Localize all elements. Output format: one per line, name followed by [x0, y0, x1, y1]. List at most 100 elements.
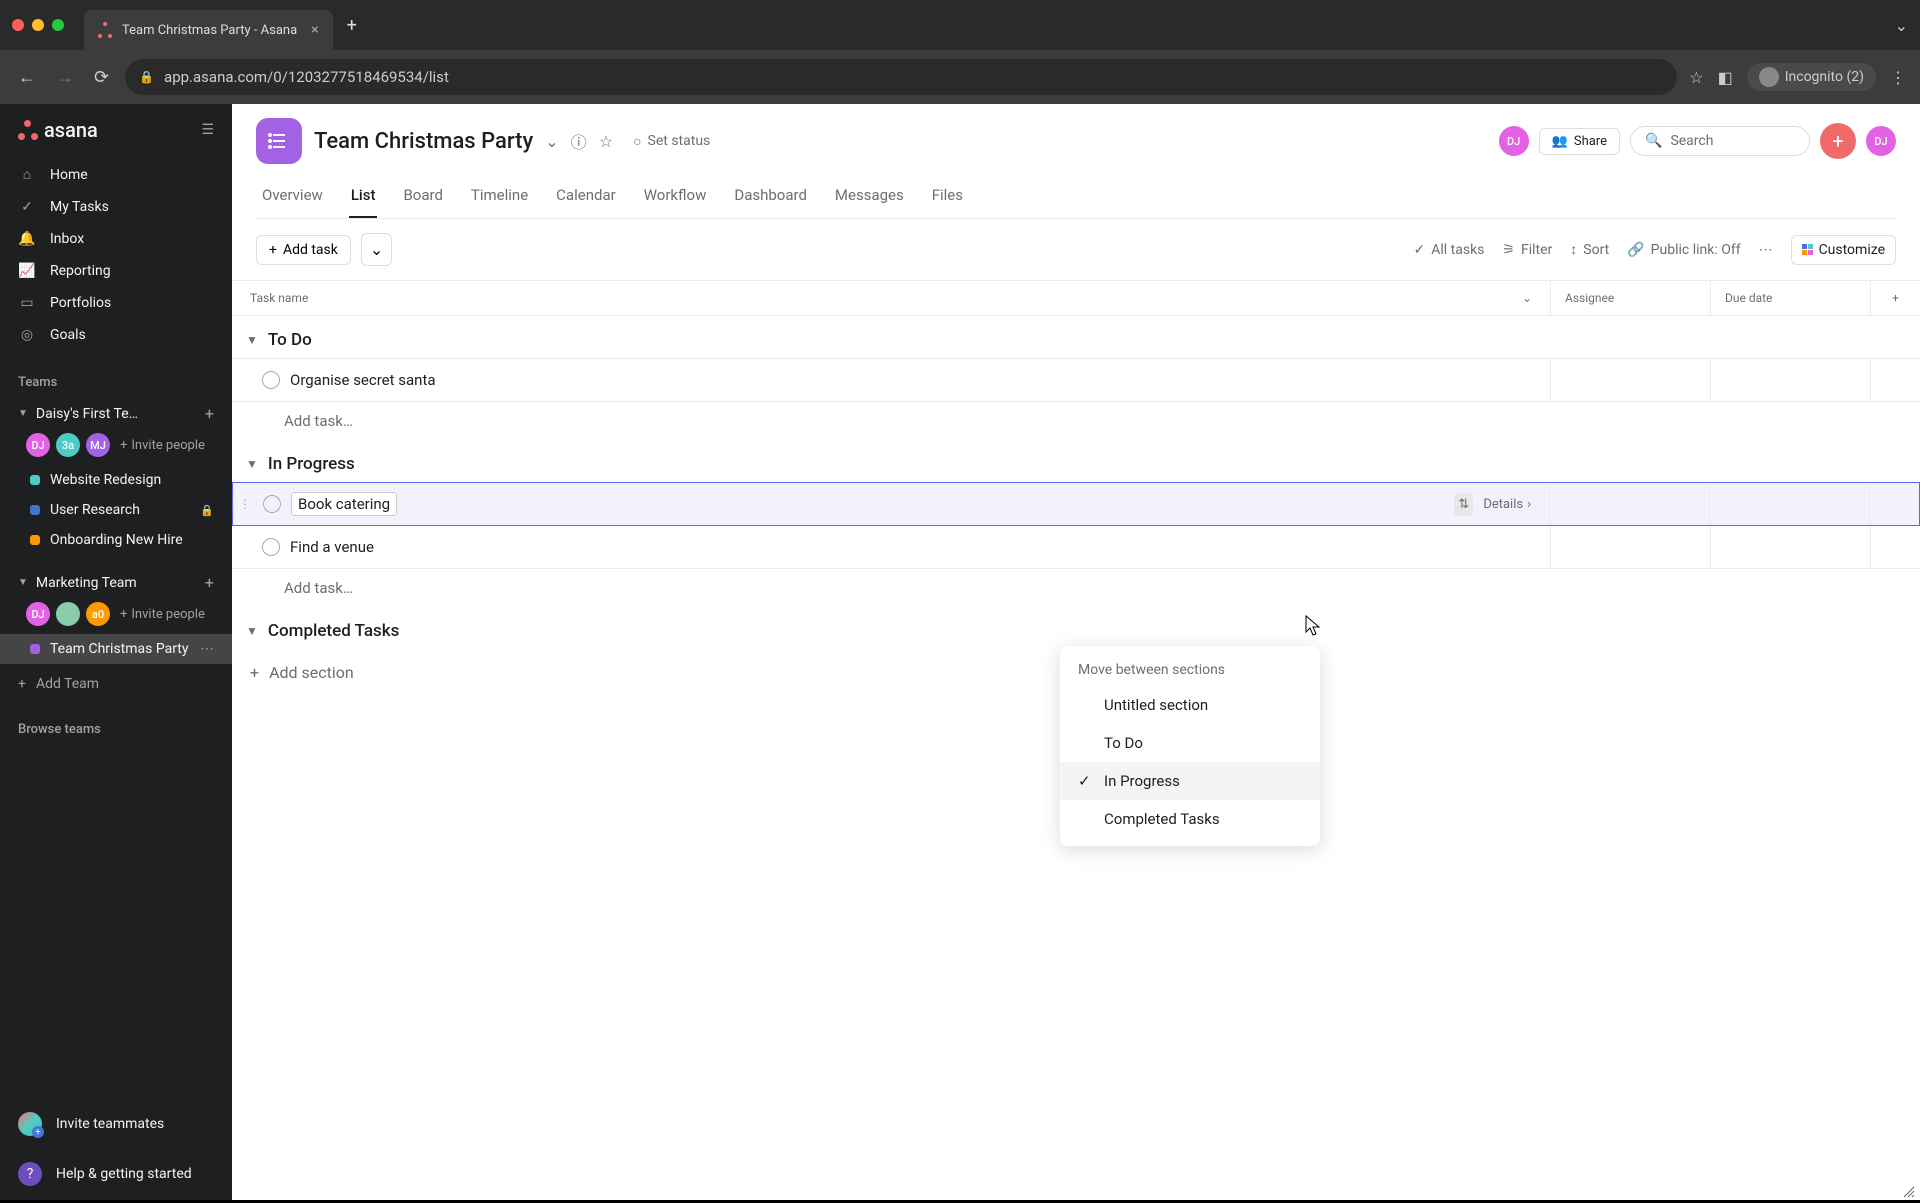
resize-corner[interactable] — [1902, 1184, 1916, 1198]
tab-messages[interactable]: Messages — [833, 178, 906, 218]
project-christmas-party[interactable]: Team Christmas Party⋯ — [0, 634, 232, 664]
asana-logo[interactable]: asana — [18, 118, 98, 142]
add-team-button[interactable]: +Add Team — [0, 664, 232, 704]
team-header-marketing[interactable]: ▼ Marketing Team + — [0, 567, 232, 598]
due-date-cell[interactable] — [1710, 359, 1870, 401]
tab-list[interactable]: List — [349, 178, 378, 218]
project-icon[interactable] — [256, 118, 302, 164]
add-task-button[interactable]: +Add task — [256, 235, 351, 265]
project-website-redesign[interactable]: Website Redesign — [0, 465, 232, 495]
project-user-research[interactable]: User Research🔒 — [0, 495, 232, 525]
caret-down-icon[interactable]: ▼ — [246, 457, 258, 471]
all-tasks-filter[interactable]: ✓All tasks — [1414, 242, 1485, 258]
chevron-down-icon[interactable]: ⌄ — [1522, 291, 1532, 305]
forward-button[interactable]: → — [52, 63, 78, 92]
task-row-selected[interactable]: ⋮⋮ Book catering ⇅ Details› — [232, 482, 1920, 526]
extensions-icon[interactable]: ◧ — [1718, 68, 1733, 87]
task-row[interactable]: Find a venue — [232, 526, 1920, 569]
sort-button[interactable]: ↕Sort — [1570, 241, 1609, 258]
bookmark-star-icon[interactable]: ☆ — [1689, 68, 1703, 87]
tab-workflow[interactable]: Workflow — [642, 178, 709, 218]
invite-teammates-button[interactable]: Invite teammates — [0, 1100, 232, 1148]
help-button[interactable]: ? Help & getting started — [0, 1148, 232, 1200]
add-task-dropdown[interactable]: ⌄ — [361, 233, 392, 266]
new-tab-button[interactable]: + — [347, 15, 357, 36]
user-menu-avatar[interactable]: DJ — [1866, 126, 1896, 156]
nav-goals[interactable]: ◎Goals — [0, 319, 232, 351]
nav-home[interactable]: ⌂Home — [0, 158, 232, 191]
reload-button[interactable]: ⟳ — [90, 63, 113, 92]
tabs-dropdown-icon[interactable]: ⌄ — [1895, 16, 1908, 35]
tab-timeline[interactable]: Timeline — [469, 178, 530, 218]
task-name[interactable]: Find a venue — [290, 538, 374, 556]
share-button[interactable]: 👥Share — [1539, 128, 1620, 155]
set-status-button[interactable]: ○Set status — [633, 133, 710, 150]
avatar[interactable]: a0 — [86, 602, 110, 626]
column-task-name[interactable]: Task name⌄ — [232, 281, 1550, 315]
back-button[interactable]: ← — [14, 63, 40, 92]
avatar[interactable]: 3a — [56, 433, 80, 457]
tab-files[interactable]: Files — [930, 178, 965, 218]
customize-button[interactable]: Customize — [1791, 235, 1896, 265]
title-dropdown-icon[interactable]: ⌄ — [545, 132, 558, 151]
add-to-team-icon[interactable]: + — [205, 404, 214, 423]
close-tab-icon[interactable]: × — [311, 22, 318, 38]
global-add-button[interactable]: + — [1820, 123, 1856, 159]
public-link-toggle[interactable]: 🔗Public link: Off — [1627, 242, 1740, 258]
search-input[interactable]: 🔍Search — [1630, 126, 1810, 156]
section-header-inprogress[interactable]: ▼In Progress — [232, 440, 1920, 482]
member-avatar[interactable]: DJ — [1499, 126, 1529, 156]
tab-dashboard[interactable]: Dashboard — [732, 178, 809, 218]
task-name[interactable]: Organise secret santa — [290, 371, 436, 389]
due-date-cell[interactable] — [1709, 483, 1869, 525]
menu-item-untitled[interactable]: Untitled section — [1060, 686, 1320, 724]
nav-reporting[interactable]: 📈Reporting — [0, 255, 232, 287]
complete-checkbox[interactable] — [262, 538, 280, 556]
due-date-cell[interactable] — [1710, 526, 1870, 568]
add-to-team-icon[interactable]: + — [205, 573, 214, 592]
star-icon[interactable]: ☆ — [599, 132, 613, 151]
address-bar[interactable]: 🔒 app.asana.com/0/1203277518469534/list — [125, 59, 1677, 95]
tab-overview[interactable]: Overview — [260, 178, 325, 218]
column-due-date[interactable]: Due date — [1710, 281, 1870, 315]
avatar[interactable]: DJ — [26, 433, 50, 457]
nav-inbox[interactable]: 🔔Inbox — [0, 223, 232, 255]
browser-tab[interactable]: Team Christmas Party - Asana × — [84, 10, 333, 50]
caret-down-icon[interactable]: ▼ — [246, 624, 258, 638]
more-icon[interactable]: ⋯ — [200, 641, 214, 657]
nav-portfolios[interactable]: ▭Portfolios — [0, 287, 232, 319]
caret-down-icon[interactable]: ▼ — [246, 333, 258, 347]
add-column-button[interactable]: + — [1870, 281, 1920, 315]
project-title[interactable]: Team Christmas Party — [314, 129, 533, 154]
move-section-icon[interactable]: ⇅ — [1454, 493, 1473, 516]
avatar[interactable]: DJ — [26, 602, 50, 626]
section-header-todo[interactable]: ▼To Do — [232, 316, 1920, 358]
info-icon[interactable]: ⓘ — [571, 129, 587, 153]
task-name-input[interactable]: Book catering — [291, 492, 397, 516]
menu-item-completed[interactable]: Completed Tasks — [1060, 800, 1320, 838]
complete-checkbox[interactable] — [263, 495, 281, 513]
project-onboarding[interactable]: Onboarding New Hire — [0, 525, 232, 555]
team-header-daisy[interactable]: ▼ Daisy's First Te… + — [0, 398, 232, 429]
browse-teams-heading[interactable]: Browse teams — [0, 704, 232, 745]
assignee-cell[interactable] — [1550, 526, 1710, 568]
menu-item-inprogress[interactable]: In Progress — [1060, 762, 1320, 800]
invite-people-link[interactable]: + Invite people — [120, 607, 205, 622]
assignee-cell[interactable] — [1550, 359, 1710, 401]
filter-button[interactable]: ⚞Filter — [1502, 242, 1552, 258]
avatar[interactable] — [56, 602, 80, 626]
tab-calendar[interactable]: Calendar — [554, 178, 618, 218]
browser-menu-icon[interactable]: ⋮ — [1890, 68, 1906, 87]
incognito-badge[interactable]: Incognito (2) — [1747, 63, 1876, 91]
add-task-inline[interactable]: Add task… — [232, 402, 1920, 440]
add-task-inline[interactable]: Add task… — [232, 569, 1920, 607]
assignee-cell[interactable] — [1549, 483, 1709, 525]
invite-people-link[interactable]: + Invite people — [120, 438, 205, 453]
avatar[interactable]: MJ — [86, 433, 110, 457]
details-link[interactable]: Details› — [1483, 497, 1531, 512]
complete-checkbox[interactable] — [262, 371, 280, 389]
nav-my-tasks[interactable]: ✓My Tasks — [0, 191, 232, 223]
task-row[interactable]: Organise secret santa — [232, 358, 1920, 402]
more-toolbar-icon[interactable]: ⋯ — [1759, 242, 1773, 258]
tab-board[interactable]: Board — [401, 178, 444, 218]
